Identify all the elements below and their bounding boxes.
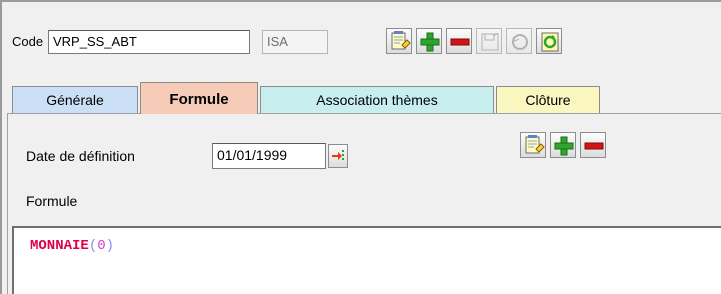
edit-record-button[interactable] xyxy=(386,28,412,54)
undo-record-button[interactable] xyxy=(506,28,532,54)
tab-cloture[interactable]: Clôture xyxy=(496,86,600,113)
add-formula-button[interactable] xyxy=(550,132,576,158)
formule-label: Formule xyxy=(26,193,78,209)
refresh-icon xyxy=(541,32,559,52)
plus-icon xyxy=(554,136,574,156)
date-picker-button[interactable] xyxy=(328,144,348,168)
calendar-arrow-icon xyxy=(332,150,344,160)
minus-icon xyxy=(584,142,604,150)
save-icon xyxy=(481,32,499,51)
tab-association-themes[interactable]: Association thèmes xyxy=(260,86,494,113)
frame-edge-top xyxy=(0,0,721,2)
plus-icon xyxy=(420,32,440,52)
code-label: Code xyxy=(12,34,44,49)
edit-formula-button[interactable] xyxy=(520,132,546,158)
code-short-input[interactable]: ISA xyxy=(262,30,328,54)
formula-content: MONNAIE(0) xyxy=(30,238,114,254)
formula-editor[interactable]: MONNAIE(0) xyxy=(12,226,721,294)
formula-open-paren: ( xyxy=(88,238,98,254)
date-definition-input[interactable]: 01/01/1999 xyxy=(212,143,326,169)
frame-edge-left xyxy=(0,0,2,294)
tab-generale[interactable]: Générale xyxy=(12,86,138,113)
tab-formule[interactable]: Formule xyxy=(140,82,258,114)
delete-formula-button[interactable] xyxy=(580,132,606,158)
formula-function: MONNAIE xyxy=(30,238,89,254)
minus-icon xyxy=(450,38,470,46)
delete-record-button[interactable] xyxy=(446,28,472,54)
notepad-edit-icon xyxy=(391,31,411,50)
refresh-record-button[interactable] xyxy=(536,28,562,54)
notepad-edit-icon xyxy=(525,135,545,154)
window-frame: Code VRP_SS_ABT ISA Générale Formule Ass… xyxy=(0,0,721,294)
formula-close-paren: ) xyxy=(105,238,115,254)
code-input[interactable]: VRP_SS_ABT xyxy=(48,30,250,54)
add-record-button[interactable] xyxy=(416,28,442,54)
undo-icon xyxy=(512,34,528,50)
save-record-button[interactable] xyxy=(476,28,502,54)
formula-argument: 0 xyxy=(97,238,106,254)
date-definition-label: Date de définition xyxy=(26,148,135,164)
